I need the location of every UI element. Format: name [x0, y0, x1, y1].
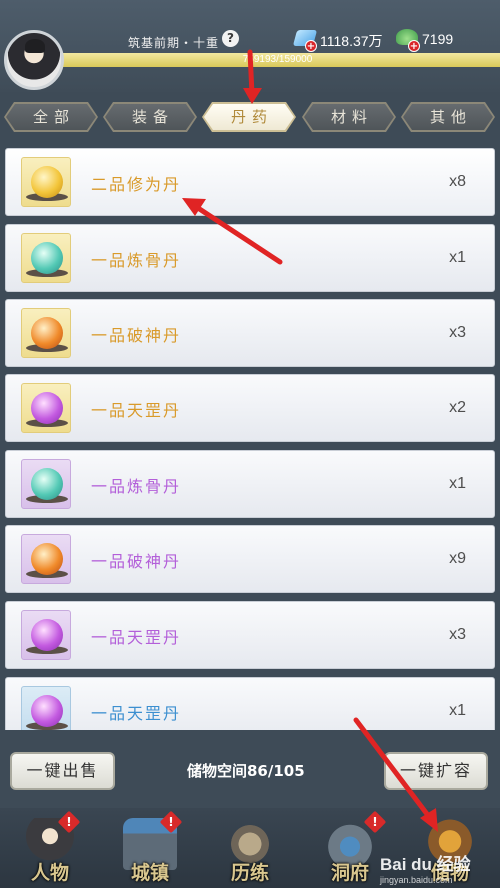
pill-icon [31, 317, 63, 349]
expand-storage-button[interactable]: 一键扩容 [384, 752, 488, 790]
list-item[interactable]: 一品炼骨丹 x1 [5, 224, 495, 292]
tab-other[interactable]: 其他 [401, 102, 495, 132]
list-item[interactable]: 一品炼骨丹 x1 [5, 450, 495, 518]
storage-capacity: 储物空间86/105 [187, 762, 305, 780]
help-icon[interactable]: ? [222, 30, 239, 47]
list-item[interactable]: 二品修为丹 x8 [5, 148, 495, 216]
add-jade-button[interactable]: + [408, 40, 420, 52]
alert-badge: ! [363, 810, 387, 834]
item-quantity: x8 [449, 173, 466, 190]
add-spirit-stone-button[interactable]: + [305, 40, 317, 52]
item-quantity: x2 [449, 399, 466, 416]
tab-all[interactable]: 全部 [4, 102, 98, 132]
alert-badge: ! [57, 810, 81, 834]
pill-icon [31, 166, 63, 198]
item-quantity: x9 [449, 550, 466, 567]
alert-badge: ! [159, 810, 183, 834]
item-name: 一品天罡丹 [91, 704, 182, 723]
item-name: 一品破神丹 [91, 552, 182, 571]
experience-bar: 759193/159000 [55, 53, 500, 67]
list-item[interactable]: 一品破神丹 x9 [5, 525, 495, 593]
item-name: 一品天罡丹 [91, 401, 182, 420]
list-item[interactable]: 一品破神丹 x3 [5, 299, 495, 367]
pill-icon [31, 468, 63, 500]
category-tabs: 全部 装备 丹药 材料 其他 [0, 98, 500, 138]
item-quantity: x1 [449, 702, 466, 719]
tab-materials[interactable]: 材料 [302, 102, 396, 132]
item-name: 一品炼骨丹 [91, 477, 182, 496]
list-item[interactable]: 一品天罡丹 x2 [5, 374, 495, 442]
item-quantity: x3 [449, 324, 466, 341]
item-name: 一品破神丹 [91, 326, 182, 345]
list-item[interactable]: 一品天罡丹 x1 [5, 677, 495, 730]
nav-training[interactable]: 历练 [205, 814, 295, 888]
item-quantity: x1 [449, 475, 466, 492]
pill-thumbnail [21, 383, 71, 433]
tab-pills[interactable]: 丹药 [202, 102, 296, 132]
pill-icon [31, 242, 63, 274]
pill-icon [31, 695, 63, 727]
tab-equipment[interactable]: 装备 [103, 102, 197, 132]
pill-thumbnail [21, 686, 71, 730]
pill-thumbnail [21, 157, 71, 207]
pill-thumbnail [21, 459, 71, 509]
spirit-stone-amount: 1118.37万 [320, 33, 383, 49]
cultivation-realm: 筑基前期・十重 [128, 36, 220, 50]
item-quantity: x1 [449, 249, 466, 266]
nav-character[interactable]: ! 人物 [5, 810, 95, 888]
pill-thumbnail [21, 233, 71, 283]
item-name: 一品天罡丹 [91, 628, 182, 647]
item-quantity: x3 [449, 626, 466, 643]
top-status-bar: 筑基前期・十重 ? + 1118.37万 + 7199 759193/15900… [0, 0, 500, 92]
list-item[interactable]: 一品天罡丹 x3 [5, 601, 495, 669]
nav-town[interactable]: ! 城镇 [105, 810, 195, 888]
item-name: 二品修为丹 [91, 175, 182, 194]
pill-thumbnail [21, 610, 71, 660]
pill-icon [31, 619, 63, 651]
sell-all-button[interactable]: 一键出售 [10, 752, 115, 790]
baidu-watermark: Bai du 经验 jingyan.baidu.com [380, 855, 471, 885]
pill-icon [31, 543, 63, 575]
jade-amount: 7199 [422, 31, 454, 47]
pill-icon [31, 392, 63, 424]
item-list[interactable]: 二品修为丹 x8 一品炼骨丹 x1 一品破神丹 x3 一品天罡丹 x2 一品炼骨… [5, 146, 495, 730]
pill-thumbnail [21, 308, 71, 358]
player-avatar[interactable] [4, 30, 64, 90]
item-name: 一品炼骨丹 [91, 251, 182, 270]
experience-text: 759193/159000 [242, 54, 313, 65]
pill-thumbnail [21, 534, 71, 584]
